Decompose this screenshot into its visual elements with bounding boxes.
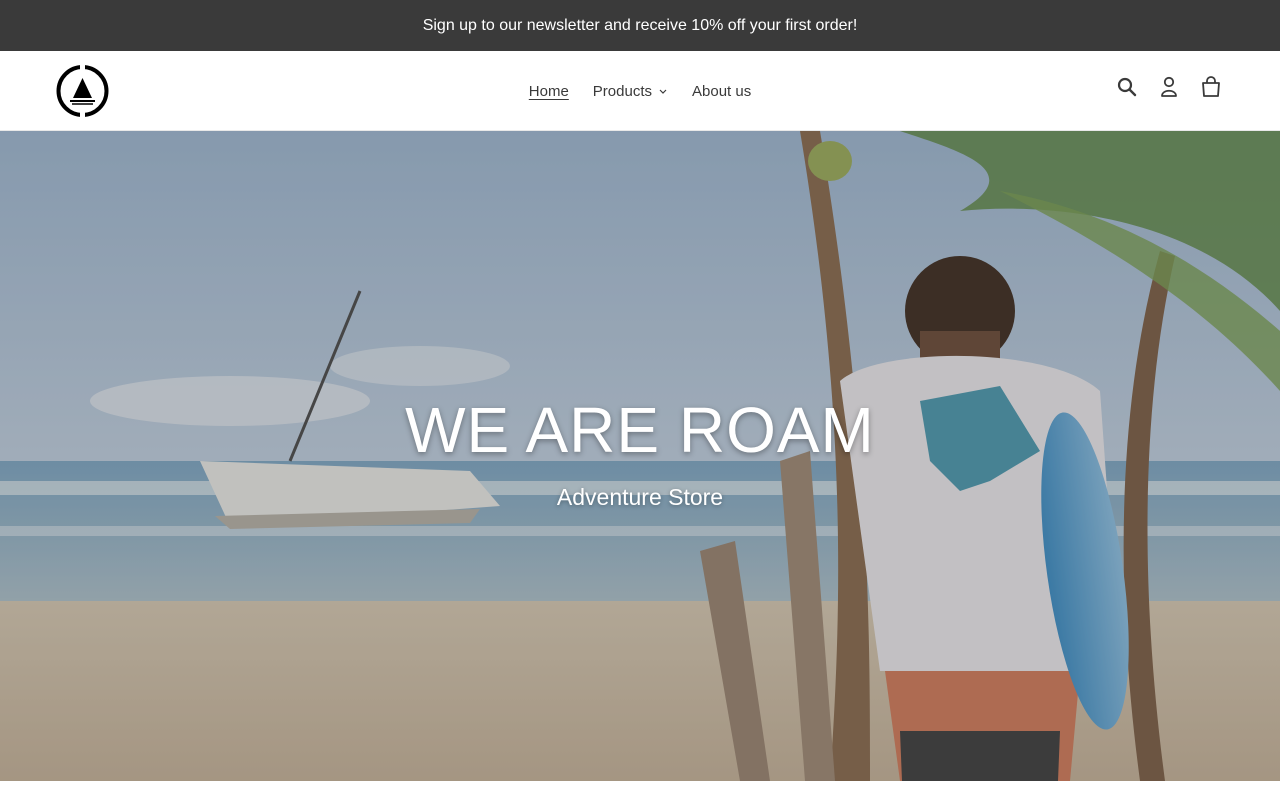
account-button[interactable] (1158, 75, 1180, 99)
site-header: Home Products About us (0, 51, 1280, 131)
nav-item-home[interactable]: Home (517, 84, 581, 99)
search-icon (1117, 77, 1137, 97)
search-button[interactable] (1116, 75, 1138, 99)
nav-item-products[interactable]: Products (581, 84, 680, 99)
cart-button[interactable] (1200, 75, 1222, 99)
nav-item-label: About us (692, 82, 752, 100)
hero-title: WE ARE ROAM (405, 394, 875, 466)
announcement-bar[interactable]: Sign up to our newsletter and receive 10… (0, 0, 1280, 51)
nav-item-label: Products (592, 82, 652, 100)
main-nav: Home Products About us (0, 51, 1280, 131)
nav-item-about[interactable]: About us (680, 84, 763, 99)
chevron-down-icon (659, 89, 667, 94)
cart-icon (1202, 76, 1220, 97)
store-logo[interactable] (54, 65, 111, 117)
account-icon (1161, 76, 1177, 97)
hero-banner[interactable]: WE ARE ROAM Adventure Store (0, 131, 1280, 781)
announcement-text[interactable]: Sign up to our newsletter and receive 10… (423, 17, 858, 35)
hero-subtitle: Adventure Store (556, 484, 724, 510)
page-content-start (0, 781, 1280, 800)
sailboat-logo-icon (56, 65, 109, 117)
nav-item-label: Home (528, 82, 569, 100)
header-actions (1116, 75, 1222, 99)
